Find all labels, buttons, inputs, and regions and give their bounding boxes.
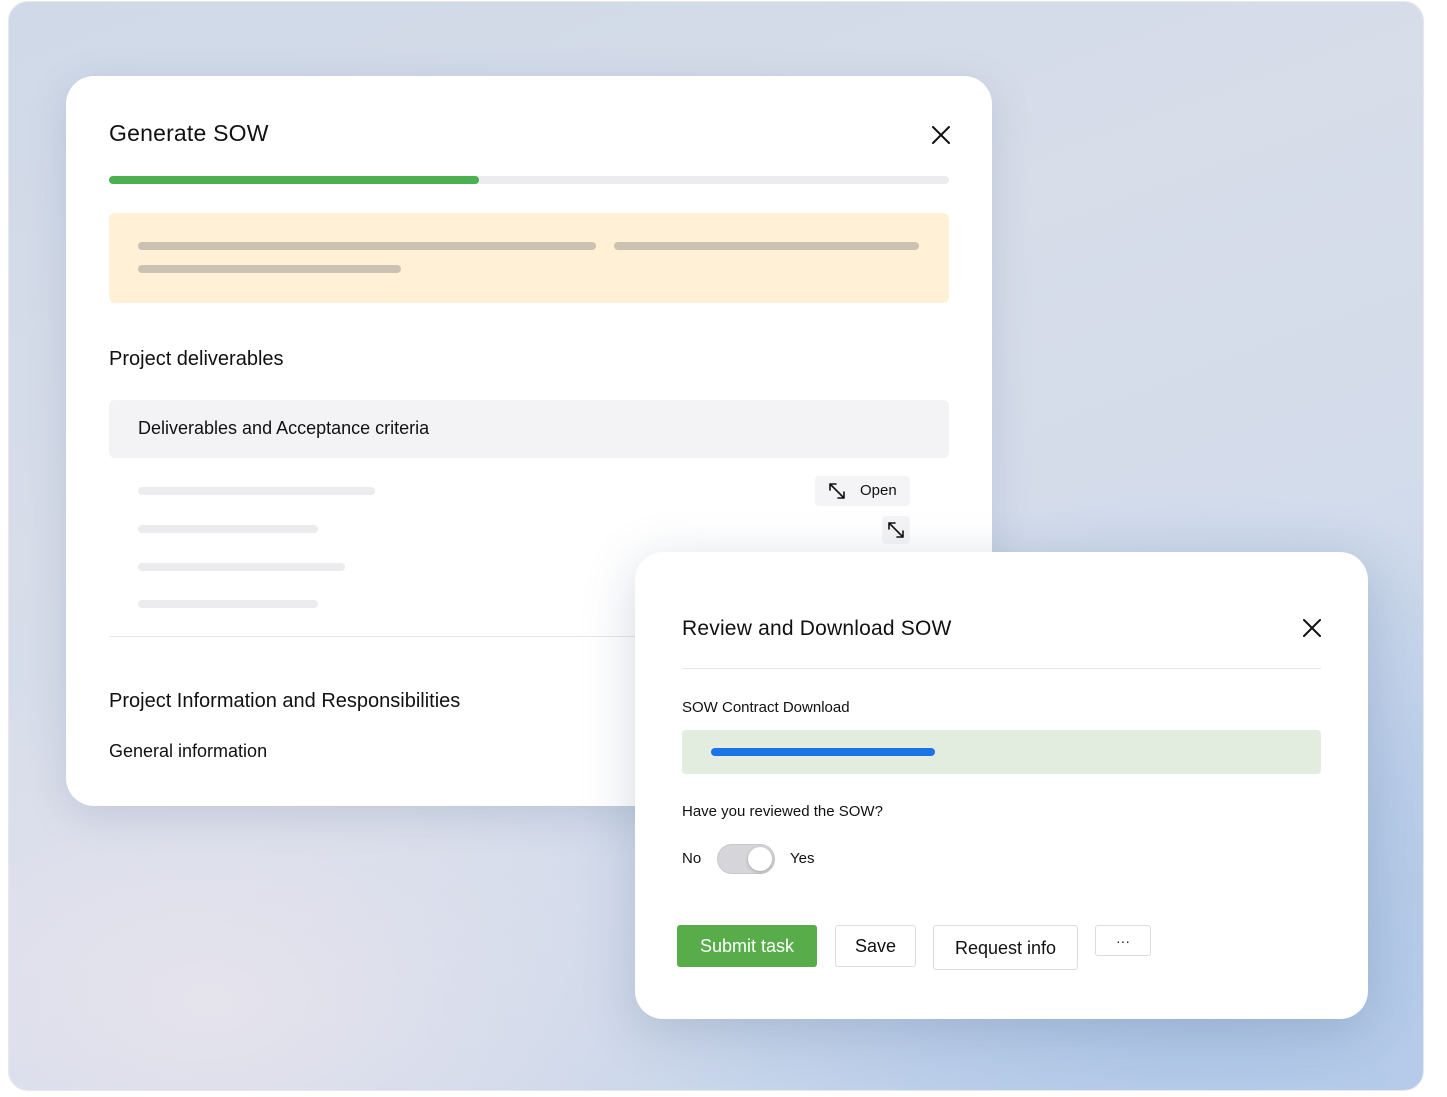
close-icon[interactable] <box>1299 615 1325 641</box>
placeholder-list-item <box>138 600 318 608</box>
close-icon[interactable] <box>928 122 954 148</box>
accordion-label: Deliverables and Acceptance criteria <box>138 418 430 438</box>
placeholder-list-item <box>138 487 375 495</box>
download-progress-bar <box>711 748 935 756</box>
placeholder-list-item <box>138 563 345 571</box>
section-title-information: Project Information and Responsibilities <box>109 690 461 712</box>
expand-arrows-icon <box>888 522 904 538</box>
request-info-button[interactable]: Request info <box>933 925 1078 970</box>
deliverables-accordion[interactable]: Deliverables and Acceptance criteria <box>109 400 949 458</box>
header-divider <box>682 668 1321 669</box>
section-title-deliverables: Project deliverables <box>109 348 284 370</box>
more-options-button[interactable]: ··· <box>1095 925 1151 956</box>
placeholder-list-item <box>138 525 318 533</box>
placeholder-text-line <box>614 242 919 250</box>
open-button[interactable]: Open <box>815 476 910 506</box>
notice-banner <box>109 213 949 303</box>
expand-button[interactable] <box>882 516 910 544</box>
open-button-label: Open <box>860 482 897 499</box>
placeholder-text-line <box>138 265 401 273</box>
review-sow-dialog: Review and Download SOW SOW Contract Dow… <box>635 552 1368 1019</box>
download-label: SOW Contract Download <box>682 699 850 716</box>
placeholder-text-line <box>138 242 596 250</box>
background-stage: Generate SOW Project deliverables Delive… <box>8 1 1424 1091</box>
section-subtitle: General information <box>109 741 268 761</box>
toggle-knob <box>748 847 772 871</box>
reviewed-toggle[interactable] <box>717 844 775 874</box>
review-question: Have you reviewed the SOW? <box>682 803 883 820</box>
progress-bar-fill <box>109 176 479 184</box>
download-progress[interactable] <box>682 730 1321 774</box>
progress-bar <box>109 176 949 184</box>
expand-arrows-icon <box>829 483 845 499</box>
submit-task-button[interactable]: Submit task <box>677 925 817 967</box>
dialog-title: Generate SOW <box>109 120 269 146</box>
toggle-on-label: Yes <box>790 850 815 867</box>
dialog-title: Review and Download SOW <box>682 617 952 640</box>
save-button[interactable]: Save <box>835 925 916 967</box>
toggle-off-label: No <box>682 850 702 867</box>
